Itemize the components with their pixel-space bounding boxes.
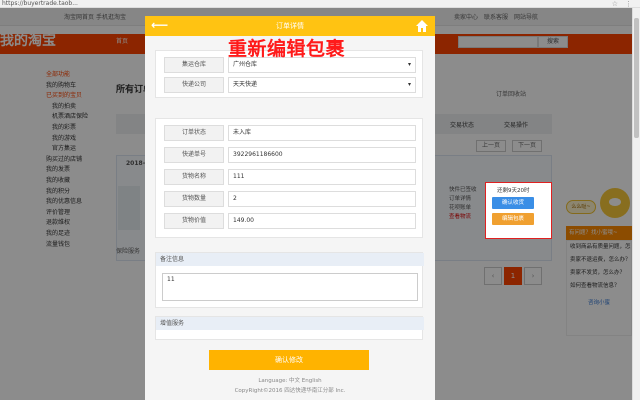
copyright: CopyRight©2016 四达快递华南江分部 Inc. bbox=[234, 388, 346, 394]
order-detail-modal: 订单详情 ⟵ 集运仓库 广州仓库 快递公司 天天快递 订单状态 未入库 快递单号… bbox=[145, 16, 435, 400]
tracking-field[interactable]: 3922961186600 bbox=[228, 147, 416, 163]
goods-name-label: 货物名称 bbox=[164, 169, 224, 185]
value-added-card: 增值服务 bbox=[155, 316, 424, 340]
courier-label: 快递公司 bbox=[164, 77, 224, 93]
goods-qty-label: 货物数量 bbox=[164, 191, 224, 207]
order-status-field[interactable]: 未入库 bbox=[228, 125, 416, 141]
deadline-timer: 还剩9天20时 bbox=[497, 188, 530, 194]
order-status-label: 订单状态 bbox=[164, 125, 224, 141]
language-switcher[interactable]: Language: 中文 English bbox=[145, 376, 435, 384]
remarks-textarea[interactable]: 11 bbox=[162, 273, 418, 301]
tracking-label: 快递单号 bbox=[164, 147, 224, 163]
back-arrow-icon[interactable]: ⟵ bbox=[151, 18, 168, 32]
modal-header: 订单详情 ⟵ bbox=[145, 16, 435, 36]
modal-title: 订单详情 bbox=[276, 22, 304, 30]
goods-value-label: 货物价值 bbox=[164, 213, 224, 229]
home-icon[interactable] bbox=[415, 19, 429, 33]
goods-qty-row: 货物数量 2 bbox=[164, 191, 416, 207]
menu-dots-icon[interactable]: ⋮ bbox=[625, 0, 632, 8]
scroll-thumb[interactable] bbox=[634, 18, 639, 138]
goods-name-row: 货物名称 111 bbox=[164, 169, 416, 185]
courier-row: 快递公司 天天快递 bbox=[164, 77, 416, 93]
order-status-row: 订单状态 未入库 bbox=[164, 125, 416, 141]
goods-card: 订单状态 未入库 快递单号 3922961186600 货物名称 111 货物数… bbox=[155, 118, 423, 238]
goods-qty-field[interactable]: 2 bbox=[228, 191, 416, 207]
confirm-receipt-button[interactable]: 确认收货 bbox=[492, 197, 534, 209]
remarks-card: 备注信息 11 bbox=[155, 252, 424, 308]
courier-select[interactable]: 天天快递 bbox=[228, 77, 416, 93]
modal-body: 集运仓库 广州仓库 快递公司 天天快递 订单状态 未入库 快递单号 392296… bbox=[145, 36, 435, 400]
address-bar[interactable]: https://buyertrade.taob... bbox=[2, 0, 78, 8]
tracking-row: 快递单号 3922961186600 bbox=[164, 147, 416, 163]
goods-value-row: 货物价值 149.00 bbox=[164, 213, 416, 229]
star-icon[interactable]: ☆ bbox=[612, 0, 618, 8]
page-scrollbar[interactable] bbox=[632, 8, 640, 400]
annotation-heading: 重新编辑包裹 bbox=[228, 38, 346, 60]
remarks-title: 备注信息 bbox=[156, 253, 424, 266]
warehouse-label: 集运仓库 bbox=[164, 57, 224, 73]
confirm-edit-button[interactable]: 确认修改 bbox=[209, 350, 369, 370]
value-added-title: 增值服务 bbox=[156, 317, 424, 330]
goods-value-field[interactable]: 149.00 bbox=[228, 213, 416, 229]
edit-package-button[interactable]: 编辑包裹 bbox=[492, 213, 534, 225]
browser-toolbar: https://buyertrade.taob... ☆ ⋮ bbox=[0, 0, 640, 8]
goods-name-field[interactable]: 111 bbox=[228, 169, 416, 185]
